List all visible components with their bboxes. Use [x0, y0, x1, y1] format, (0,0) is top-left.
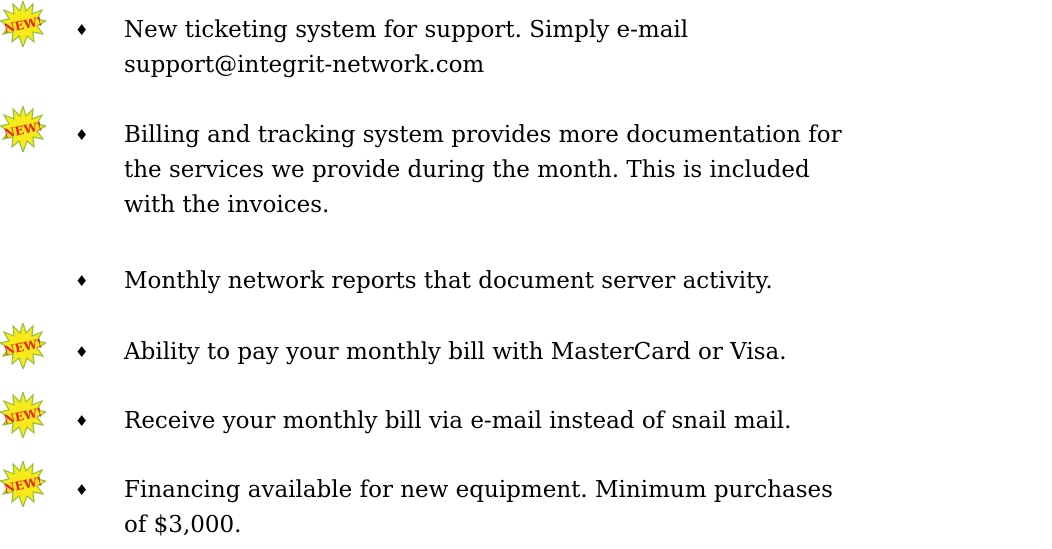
list-item-text: Billing and tracking system provides mor…	[124, 118, 1034, 223]
bullet-icon: ♦	[75, 412, 89, 430]
list-item-line: Ability to pay your monthly bill with Ma…	[124, 339, 787, 365]
list-item-line: support@integrit-network.com	[124, 52, 485, 78]
bullet-icon: ♦	[75, 481, 89, 499]
new-starburst-icon: NEW!	[0, 392, 46, 438]
list-item-line: of $3,000.	[124, 512, 242, 538]
list-item-text: Ability to pay your monthly bill with Ma…	[124, 335, 1034, 370]
list-item-text: Financing available for new equipment. M…	[124, 473, 1034, 543]
list-item-text: Monthly network reports that document se…	[124, 264, 1034, 299]
new-starburst-icon: NEW!	[0, 1, 46, 47]
list-item-text: New ticketing system for support. Simply…	[124, 13, 1034, 83]
list-item-line: Billing and tracking system provides mor…	[124, 122, 842, 148]
bullet-icon: ♦	[75, 21, 89, 39]
new-starburst-icon: NEW!	[0, 323, 46, 369]
list-item-line: Monthly network reports that document se…	[124, 268, 773, 294]
bullet-icon: ♦	[75, 272, 89, 290]
new-starburst-icon: NEW!	[0, 106, 46, 152]
list-item-line: Receive your monthly bill via e-mail ins…	[124, 408, 792, 434]
new-starburst-icon: NEW!	[0, 461, 46, 507]
bullet-icon: ♦	[75, 126, 89, 144]
list-item-line: New ticketing system for support. Simply…	[124, 17, 689, 43]
list-item-line: Financing available for new equipment. M…	[124, 477, 833, 503]
bullet-icon: ♦	[75, 343, 89, 361]
list-item-line: the services we provide during the month…	[124, 157, 810, 183]
feature-list: NEW! ♦ New ticketing system for support.…	[0, 0, 1052, 549]
list-item-line: with the invoices.	[124, 192, 330, 218]
list-item-text: Receive your monthly bill via e-mail ins…	[124, 404, 1034, 439]
